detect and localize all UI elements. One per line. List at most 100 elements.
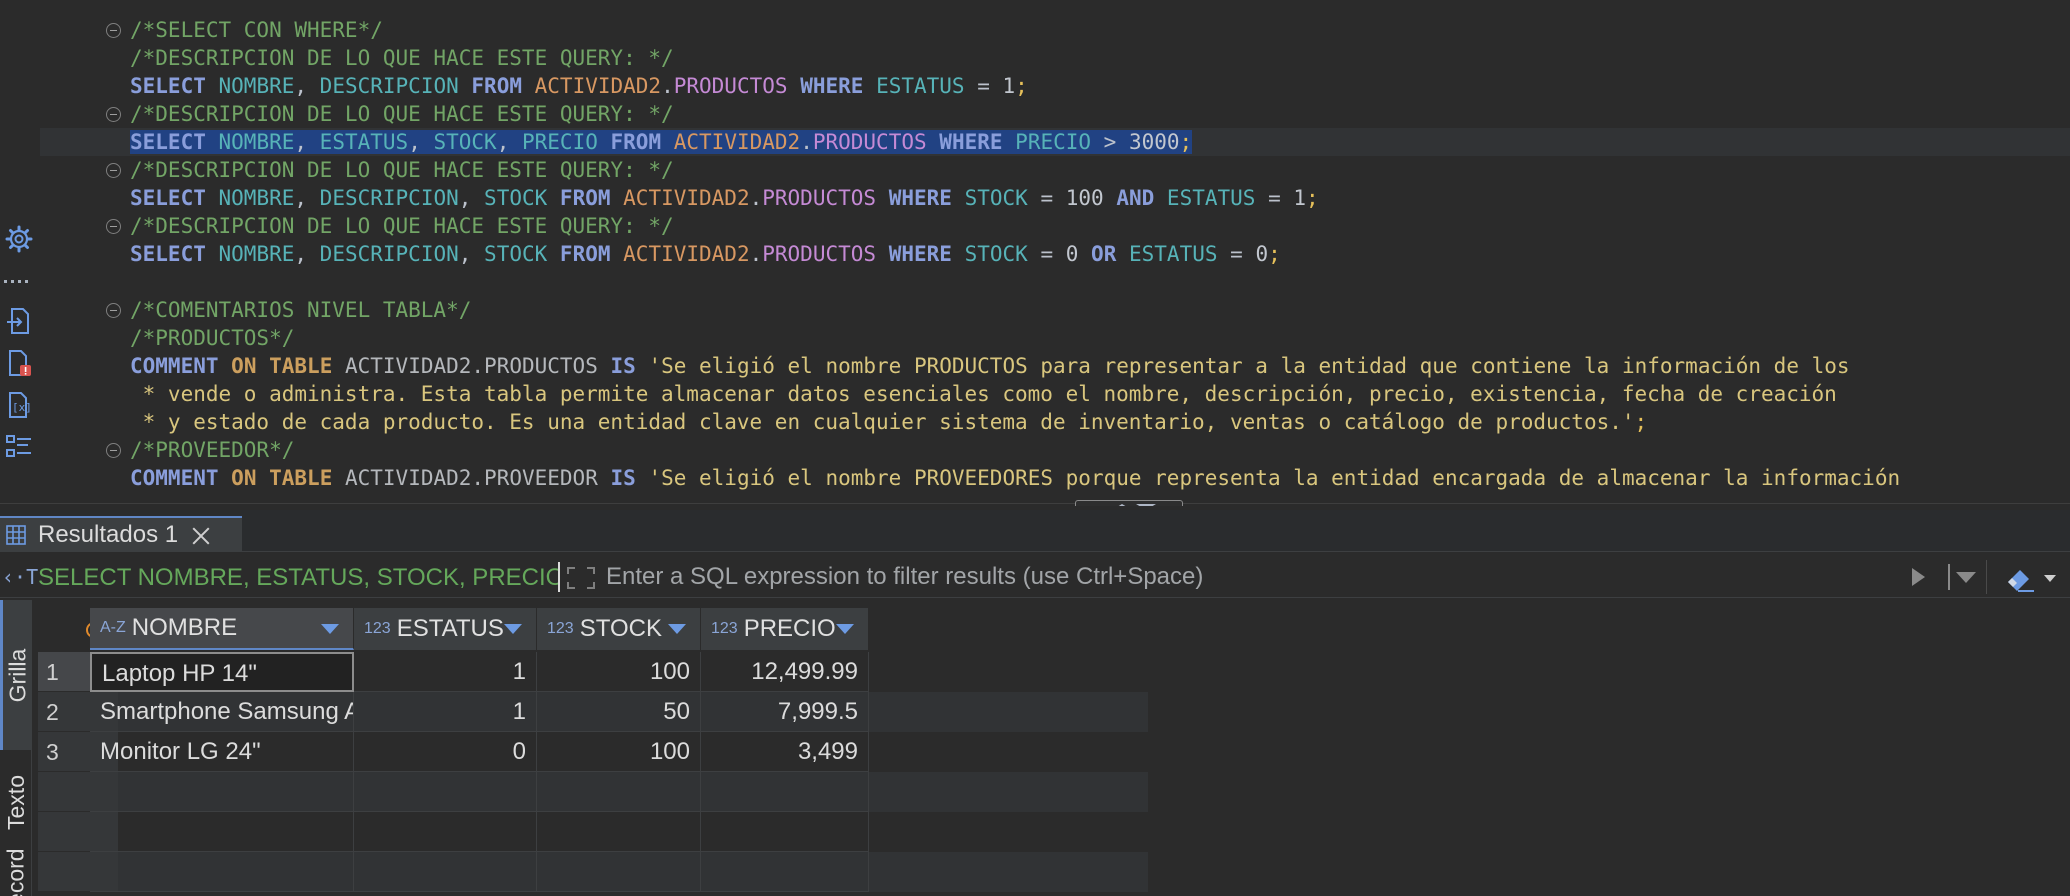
tab-results-1[interactable]: Resultados 1 <box>0 516 242 552</box>
column-header-nombre[interactable]: A-Z NOMBRE <box>90 608 354 650</box>
code-line[interactable]: SELECT NOMBRE, DESCRIPCION FROM ACTIVIDA… <box>0 72 2070 100</box>
expand-icon[interactable] <box>566 566 596 590</box>
table-row[interactable] <box>38 812 1148 852</box>
code-line[interactable]: SELECT NOMBRE, ESTATUS, STOCK, PRECIO FR… <box>0 128 2070 156</box>
table-cell[interactable] <box>354 772 537 812</box>
apply-filter-icon[interactable] <box>1912 568 1925 586</box>
table-cell[interactable]: Laptop HP 14" <box>90 652 354 692</box>
table-cell[interactable] <box>701 772 869 812</box>
code-token: PRECIO <box>1015 130 1092 154</box>
code-token: NOMBRE <box>218 130 295 154</box>
table-cell[interactable] <box>537 772 701 812</box>
column-header-precio[interactable]: 123 PRECIO <box>701 608 869 650</box>
code-line[interactable]: /*DESCRIPCION DE LO QUE HACE ESTE QUERY:… <box>0 44 2070 72</box>
table-cell[interactable]: Smartphone Samsung A54 <box>90 692 354 732</box>
code-token: 0 <box>1255 242 1269 266</box>
code-line[interactable]: /*PRODUCTOS*/ <box>0 324 2070 352</box>
code-line[interactable]: COMMENT ON TABLE ACTIVIDAD2.PRODUCTOS IS… <box>0 352 2070 380</box>
filter-history-chevron-down-icon[interactable] <box>1956 572 1976 583</box>
code-line[interactable]: /*DESCRIPCION DE LO QUE HACE ESTE QUERY:… <box>0 156 2070 184</box>
table-cell[interactable]: 100 <box>537 652 701 692</box>
settings-gear-icon[interactable] <box>4 224 34 254</box>
table-cell[interactable] <box>354 852 537 892</box>
text-cursor <box>558 562 560 592</box>
table-cell[interactable]: 1 <box>354 692 537 732</box>
table-cell[interactable] <box>701 812 869 852</box>
table-cell[interactable] <box>90 812 354 852</box>
table-cell[interactable]: Monitor LG 24" <box>90 732 354 772</box>
code-line[interactable]: * vende o administra. Esta tabla permite… <box>0 380 2070 408</box>
code-line[interactable]: /*SELECT CON WHERE*/ <box>0 16 2070 44</box>
table-cell[interactable]: 12,499.99 <box>701 652 869 692</box>
panel-splitter[interactable] <box>0 500 2070 506</box>
table-cell[interactable]: 1 <box>354 652 537 692</box>
table-row[interactable]: 2Smartphone Samsung A541507,999.5 <box>38 692 1148 732</box>
table-cell[interactable]: 50 <box>537 692 701 732</box>
code-token: PRODUCTOS <box>812 130 927 154</box>
code-line[interactable]: SELECT NOMBRE, DESCRIPCION, STOCK FROM A… <box>0 240 2070 268</box>
fold-toggle-icon[interactable] <box>106 23 121 38</box>
more-dots-icon[interactable] <box>4 266 34 296</box>
code-token: 1 <box>1002 74 1016 98</box>
code-line[interactable]: /*COMENTARIOS NIVEL TABLA*/ <box>0 296 2070 324</box>
code-token: STOCK <box>964 242 1028 266</box>
code-line[interactable]: * y estado de cada producto. Es una enti… <box>0 408 2070 436</box>
table-row[interactable] <box>38 772 1148 812</box>
column-header-estatus[interactable]: 123 ESTATUS <box>354 608 537 650</box>
sort-filter-icon[interactable] <box>668 624 686 634</box>
code-token: ACTIVIDAD2 <box>534 74 662 98</box>
active-query-text[interactable]: SELECT NOMBRE, ESTATUS, STOCK, PRECIO FR… <box>38 564 558 592</box>
code-area[interactable]: /*SELECT CON WHERE*/ /*DESCRIPCION DE LO … <box>0 16 2070 492</box>
sort-filter-icon[interactable] <box>504 624 522 634</box>
code-line[interactable]: /*DESCRIPCION DE LO QUE HACE ESTE QUERY:… <box>0 212 2070 240</box>
code-token: , <box>294 242 320 266</box>
sort-filter-icon[interactable] <box>321 624 339 634</box>
table-cell[interactable] <box>354 812 537 852</box>
table-cell[interactable]: 3,499 <box>701 732 869 772</box>
fold-toggle-icon[interactable] <box>106 303 121 318</box>
table-cell[interactable] <box>537 852 701 892</box>
file-variable-icon[interactable]: [x] <box>4 390 34 420</box>
table-row[interactable] <box>38 852 1148 892</box>
file-error-icon[interactable] <box>4 348 34 378</box>
tab-label: Record <box>2 847 29 896</box>
column-header-stock[interactable]: 123 STOCK <box>537 608 701 650</box>
table-cell[interactable]: 7,999.5 <box>701 692 869 732</box>
type-badge: 123 <box>364 620 391 637</box>
sort-filter-icon[interactable] <box>836 624 854 634</box>
table-cell[interactable]: 0 <box>354 732 537 772</box>
close-icon[interactable] <box>192 526 210 544</box>
splitter-toggle-button[interactable] <box>1075 500 1183 506</box>
table-cell[interactable] <box>537 812 701 852</box>
code-line[interactable] <box>0 268 2070 296</box>
table-row[interactable]: 1 Laptop HP 14" 1 100 12,499.99 <box>38 652 1148 692</box>
export-icon[interactable] <box>4 306 34 336</box>
code-line[interactable]: /*DESCRIPCION DE LO QUE HACE ESTE QUERY:… <box>0 100 2070 128</box>
results-grid[interactable]: A-Z NOMBRE 123 ESTATUS 123 STOCK 123 PRECIO 1 La… <box>38 608 2070 896</box>
tab-record-view[interactable]: Record <box>0 848 32 896</box>
table-cell[interactable]: 100 <box>537 732 701 772</box>
table-row[interactable]: 3 Monitor LG 24" 0 100 3,499 <box>38 732 1148 772</box>
code-line[interactable]: /*PROVEEDOR*/ <box>0 436 2070 464</box>
table-cell[interactable] <box>90 772 354 812</box>
sql-editor[interactable]: /*SELECT CON WHERE*/ /*DESCRIPCION DE LO … <box>0 0 2070 506</box>
fold-toggle-icon[interactable] <box>106 163 121 178</box>
fold-toggle-icon[interactable] <box>106 107 121 122</box>
filter-expression-input[interactable] <box>606 562 1906 592</box>
eraser-menu-chevron-down-icon[interactable] <box>2044 575 2056 582</box>
outline-icon[interactable] <box>4 432 34 462</box>
code-line[interactable]: SELECT NOMBRE, DESCRIPCION, STOCK FROM A… <box>0 184 2070 212</box>
table-cell[interactable] <box>90 852 354 892</box>
fold-toggle-icon[interactable] <box>106 443 121 458</box>
fold-toggle-icon[interactable] <box>106 219 121 234</box>
tab-text-view[interactable]: Texto <box>0 750 32 855</box>
table-cell[interactable] <box>701 852 869 892</box>
tab-grid-view[interactable]: Grilla <box>0 600 32 750</box>
code-token: WHERE <box>888 186 952 210</box>
code-line[interactable]: COMMENT ON TABLE ACTIVIDAD2.PROVEEDOR IS… <box>0 464 2070 492</box>
eraser-icon[interactable] <box>2004 564 2038 592</box>
chevron-up-icon <box>1112 504 1132 506</box>
